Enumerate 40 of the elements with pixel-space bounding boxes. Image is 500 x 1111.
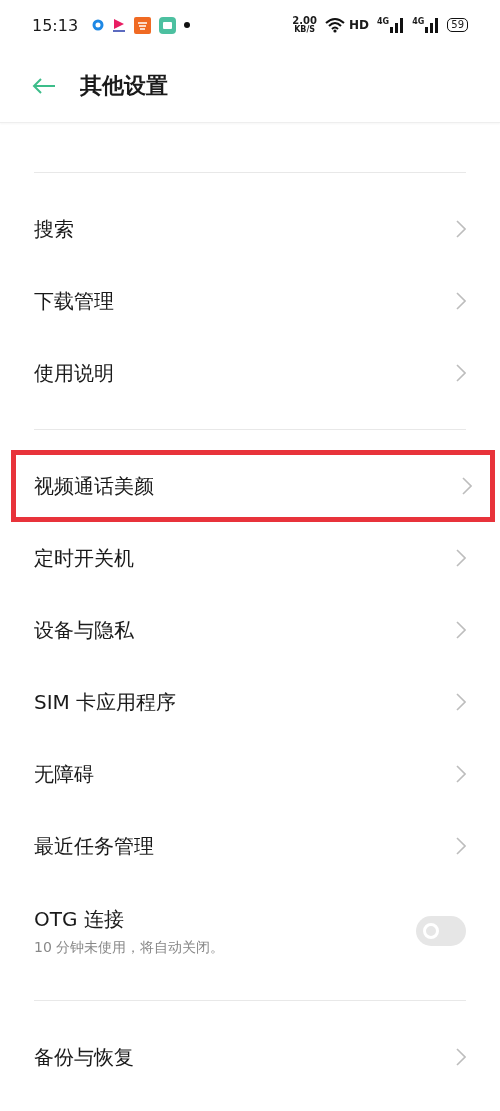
speed-unit: KB/S <box>294 26 316 34</box>
settings-item[interactable]: 使用说明 <box>0 337 500 409</box>
chat-icon <box>159 16 177 34</box>
network-label: 4G <box>377 17 390 26</box>
settings-item[interactable]: 下载管理 <box>0 265 500 337</box>
chevron-right-icon <box>456 1048 466 1066</box>
signal-icon <box>390 17 405 33</box>
chevron-right-icon <box>456 292 466 310</box>
page-title: 其他设置 <box>80 72 168 100</box>
highlighted-settings-item[interactable]: 视频通话美颜 <box>11 450 495 522</box>
chevron-right-icon <box>456 364 466 382</box>
settings-item[interactable]: SIM 卡应用程序 <box>0 666 500 738</box>
signal-icon <box>425 17 440 33</box>
chevron-right-icon <box>456 765 466 783</box>
back-arrow-icon <box>32 78 56 94</box>
settings-item[interactable]: 备份与恢复 <box>0 1021 500 1093</box>
chevron-right-icon <box>456 837 466 855</box>
settings-item[interactable]: 定时开关机 <box>0 522 500 594</box>
play-icon <box>112 17 127 33</box>
setting-description: 10 分钟未使用，将自动关闭。 <box>34 938 225 957</box>
chevron-right-icon <box>456 693 466 711</box>
setting-label: OTG 连接 <box>34 905 125 933</box>
settings-item[interactable]: 搜索 <box>0 193 500 265</box>
chevron-right-icon <box>456 549 466 567</box>
battery-indicator: 59 <box>447 18 468 32</box>
settings-item[interactable]: 无障碍 <box>0 738 500 810</box>
ring-icon <box>92 19 105 31</box>
network-label: 4G <box>412 17 425 26</box>
chevron-right-icon <box>456 220 466 238</box>
settings-item[interactable]: 最近任务管理 <box>0 810 500 882</box>
wifi-icon <box>324 17 345 33</box>
shop-icon <box>134 16 152 34</box>
hd-label: HD <box>348 18 369 32</box>
toggle-switch[interactable] <box>416 916 466 946</box>
network-speed: 2.00 <box>292 16 317 26</box>
chevron-right-icon <box>462 477 472 495</box>
dot-icon <box>184 22 191 28</box>
settings-item[interactable]: 设备与隐私 <box>0 594 500 666</box>
chevron-right-icon <box>456 621 466 639</box>
clock-time: 15:13 <box>32 15 79 35</box>
